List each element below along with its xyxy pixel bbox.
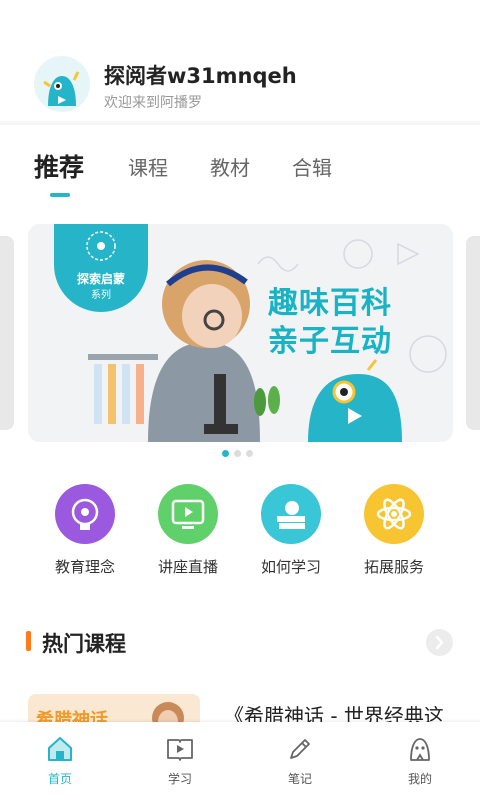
active-tab-indicator — [50, 193, 70, 197]
lightbulb-gear-icon — [55, 484, 115, 544]
banner-prev-peek[interactable] — [0, 236, 14, 430]
mascot-avatar-icon — [34, 56, 90, 112]
entry-label: 如何学习 — [260, 558, 321, 576]
nav-label: 笔记 — [287, 772, 312, 786]
divider — [0, 121, 480, 125]
live-screen-icon — [158, 484, 218, 544]
badge-line-2: 系列 — [91, 290, 111, 301]
entry-education-philosophy[interactable]: 教育理念 — [40, 484, 130, 580]
nav-study[interactable]: 学习 — [120, 722, 240, 800]
nav-profile[interactable]: 我的 — [360, 722, 480, 800]
tab-recommend[interactable]: 推荐 — [34, 148, 84, 184]
entry-label: 讲座直播 — [157, 558, 218, 576]
category-tabs: 推荐 课程 教材 合辑 — [0, 138, 480, 198]
entry-label: 教育理念 — [54, 558, 115, 576]
entry-label: 拓展服务 — [363, 558, 424, 576]
nav-notes[interactable]: 笔记 — [240, 722, 360, 800]
nav-label: 我的 — [407, 772, 432, 786]
books-apple-icon — [261, 484, 321, 544]
bottom-nav: 首页 学习 笔记 我的 — [0, 722, 480, 800]
badge-line-1: 探索启蒙 — [76, 272, 125, 286]
tab-textbooks[interactable]: 教材 — [210, 152, 250, 181]
section-marker — [26, 631, 31, 651]
carousel-dot[interactable] — [246, 450, 253, 457]
carousel-dot[interactable] — [222, 450, 229, 457]
more-courses-button[interactable] — [426, 629, 453, 656]
orbit-icon — [86, 231, 116, 261]
tab-collections[interactable]: 合辑 — [292, 152, 332, 181]
nav-label: 学习 — [167, 772, 192, 786]
carousel-dot[interactable] — [234, 450, 241, 457]
tab-courses[interactable]: 课程 — [128, 152, 168, 181]
section-title: 热门课程 — [42, 632, 126, 656]
entry-extended-services[interactable]: 拓展服务 — [349, 484, 439, 580]
banner-next-peek[interactable] — [466, 236, 480, 430]
welcome-text: 欢迎来到阿播罗 — [104, 95, 202, 111]
profile-icon — [410, 738, 430, 761]
home-icon — [48, 737, 72, 761]
carousel-indicator — [222, 450, 262, 458]
entry-live-lectures[interactable]: 讲座直播 — [143, 484, 233, 580]
pencil-icon — [290, 739, 310, 759]
entry-how-to-learn[interactable]: 如何学习 — [246, 484, 336, 580]
username: 探阅者w31mnqeh — [104, 64, 297, 88]
chevron-right-icon — [435, 635, 444, 650]
profile-header: 探阅者w31mnqeh 欢迎来到阿播罗 — [0, 0, 480, 122]
banner-series-badge: 探索启蒙 系列 — [54, 224, 148, 312]
banner-title-line-2: 亲子互动 — [268, 324, 392, 359]
atom-icon — [364, 484, 424, 544]
book-play-icon — [167, 739, 193, 761]
nav-home[interactable]: 首页 — [0, 722, 120, 800]
avatar[interactable] — [34, 56, 90, 112]
nav-label: 首页 — [47, 772, 72, 786]
banner-carousel[interactable]: 探索启蒙 系列 趣味百科 亲子互动 — [28, 224, 453, 442]
